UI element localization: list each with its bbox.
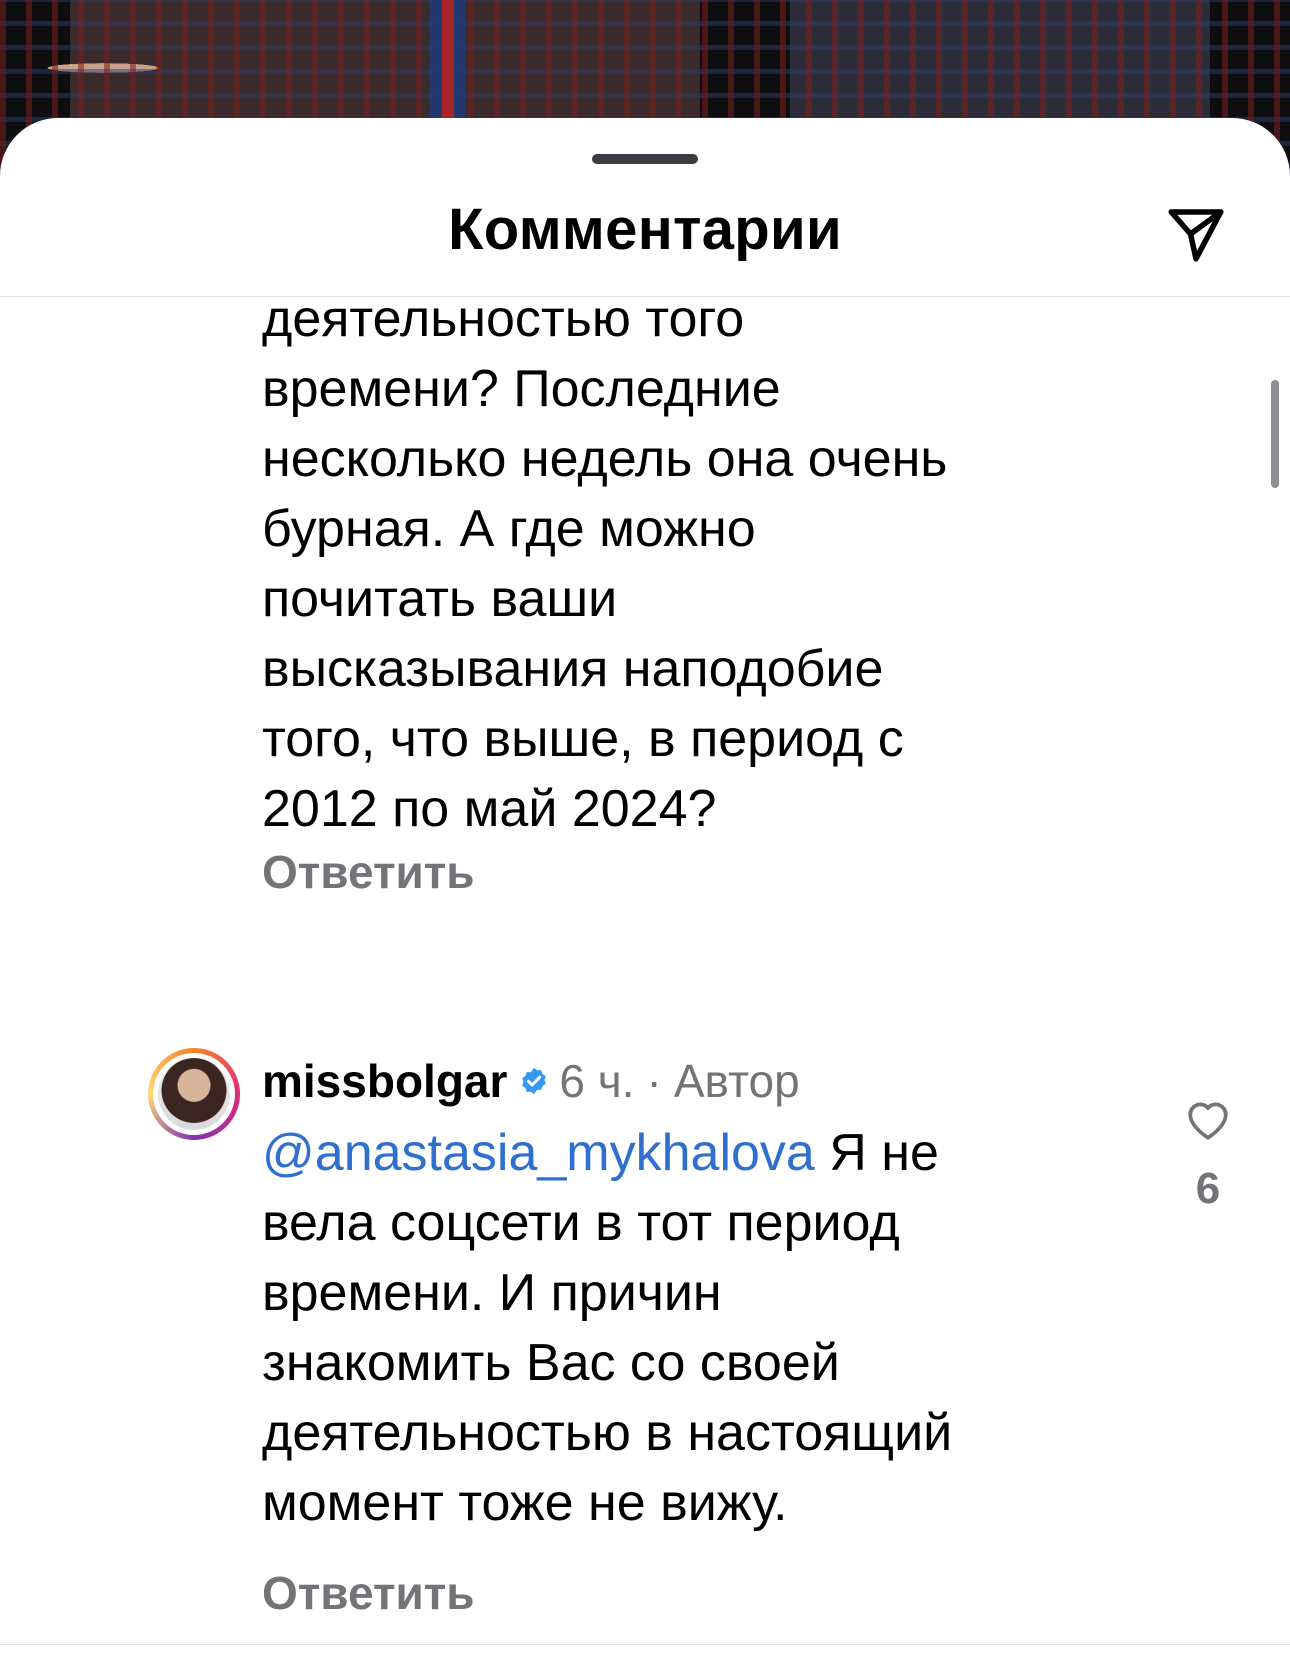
avatar-image [158, 1058, 230, 1130]
comment-text: деятельностью того времени? Последние не… [262, 290, 948, 838]
bottom-divider [0, 1644, 1290, 1645]
reply-comment-text: @anastasia_mykhalova Я не вела соцсети в… [262, 1118, 1122, 1538]
comment-meta: missbolgar 6 ч. · Автор [262, 1046, 800, 1116]
username-link[interactable]: missbolgar [262, 1054, 507, 1108]
reply-body: Я не вела соцсети в тот период времени. … [262, 1124, 953, 1532]
author-label: Автор [673, 1055, 800, 1107]
comment-time: 6 ч. [559, 1055, 635, 1107]
mention-link[interactable]: @anastasia_mykhalova [262, 1124, 815, 1182]
sheet-title: Комментарии [448, 197, 842, 262]
send-icon [1168, 209, 1224, 262]
meta-separator: · [646, 1055, 662, 1107]
drag-handle[interactable] [592, 154, 698, 164]
heart-outline-icon [1188, 1102, 1228, 1140]
share-button[interactable] [1160, 198, 1232, 270]
avatar[interactable] [148, 1048, 240, 1140]
verified-badge-icon [519, 1066, 549, 1096]
reply-button-2[interactable]: Ответить [262, 1566, 475, 1620]
photo-detail [430, 0, 466, 120]
like-button[interactable] [1178, 1090, 1238, 1146]
scrollbar[interactable] [1271, 380, 1279, 488]
reply-button[interactable]: Ответить [262, 845, 475, 899]
comments-sheet: Комментарии деятельностью того времени? … [0, 118, 1290, 1674]
like-count: 6 [1195, 1164, 1221, 1213]
